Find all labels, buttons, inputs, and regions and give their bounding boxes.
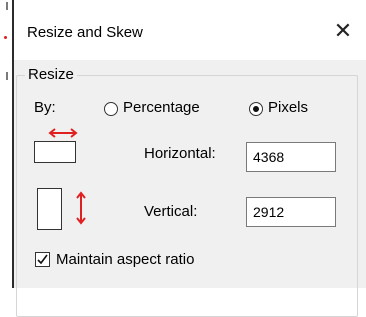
red-dot-mark: [4, 36, 7, 39]
pixels-radio[interactable]: [249, 102, 263, 116]
close-icon: ✕: [333, 18, 353, 43]
resize-group-label: Resize: [25, 66, 77, 83]
vertical-label: Vertical:: [144, 203, 198, 220]
edge-tick: [6, 72, 8, 80]
by-label: By:: [34, 99, 56, 116]
horizontal-resize-box: [34, 141, 76, 163]
horizontal-resize-icon: [48, 128, 78, 138]
pixels-radio-label[interactable]: Pixels: [268, 99, 308, 116]
maintain-aspect-checkbox[interactable]: [35, 252, 50, 267]
vertical-resize-box: [37, 188, 62, 230]
edge-tick: [6, 2, 8, 10]
checkmark-icon: [37, 254, 48, 265]
title-bar: Resize and Skew ✕: [14, 0, 366, 60]
horizontal-label: Horizontal:: [144, 145, 216, 162]
percentage-radio[interactable]: [104, 102, 118, 116]
horizontal-input[interactable]: [246, 142, 336, 172]
vertical-resize-icon: [76, 191, 86, 225]
dialog-title: Resize and Skew: [27, 24, 143, 41]
percentage-radio-label[interactable]: Percentage: [123, 99, 200, 116]
maintain-aspect-label[interactable]: Maintain aspect ratio: [56, 251, 194, 268]
vertical-input[interactable]: [246, 197, 336, 227]
close-button[interactable]: ✕: [330, 18, 356, 44]
